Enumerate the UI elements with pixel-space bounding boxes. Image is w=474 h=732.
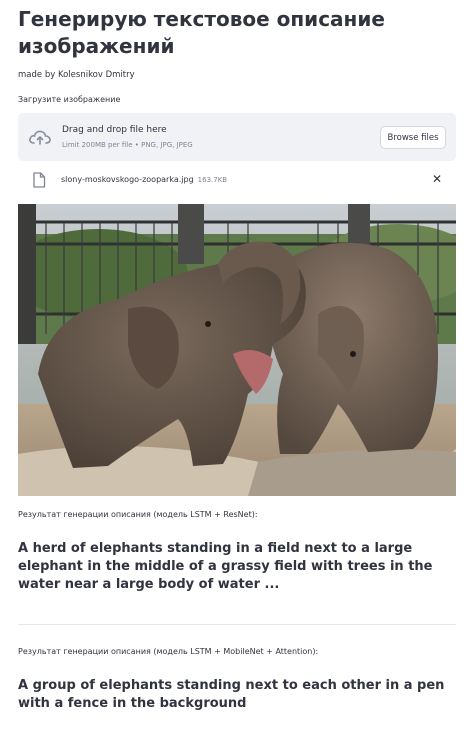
file-name-text: slony-moskovskogo-zooparka.jpg xyxy=(61,175,194,184)
result-text-2: A group of elephants standing next to ea… xyxy=(18,678,445,711)
dropzone-title: Drag and drop file here xyxy=(62,125,167,135)
uploader-label: Загрузите изображение xyxy=(18,95,121,104)
divider xyxy=(18,624,456,625)
page-title-line-1: Генерирую текстовое описание xyxy=(18,7,385,31)
remove-file-close-icon[interactable]: ✕ xyxy=(432,172,442,186)
file-size: 163.7KB xyxy=(197,176,228,184)
page-title: Генерирую текстовое описание изображений xyxy=(18,6,385,60)
author-caption: made by Kolesnikov Dmitry xyxy=(18,70,135,80)
dropzone-limit: Limit 200MB per file • PNG, JPG, JPEG xyxy=(62,141,193,149)
elephants-photo xyxy=(18,204,456,496)
uploaded-image xyxy=(18,204,456,496)
uploaded-file-row: slony-moskovskogo-zooparka.jpg 163.7KB ✕ xyxy=(18,168,456,192)
result-label-1: Результат генерации описания (модель LST… xyxy=(18,510,258,519)
browse-files-button[interactable]: Browse files xyxy=(380,126,446,149)
cloud-upload-icon xyxy=(29,130,51,145)
file-dropzone[interactable]: Drag and drop file here Limit 200MB per … xyxy=(18,113,456,161)
file-icon xyxy=(33,172,46,188)
result-text-1: A herd of elephants standing in a field … xyxy=(18,541,433,592)
file-name: slony-moskovskogo-zooparka.jpg 163.7KB xyxy=(61,175,227,184)
result-label-2: Результат генерации описания (модель LST… xyxy=(18,647,319,656)
page-title-line-2: изображений xyxy=(18,34,175,58)
